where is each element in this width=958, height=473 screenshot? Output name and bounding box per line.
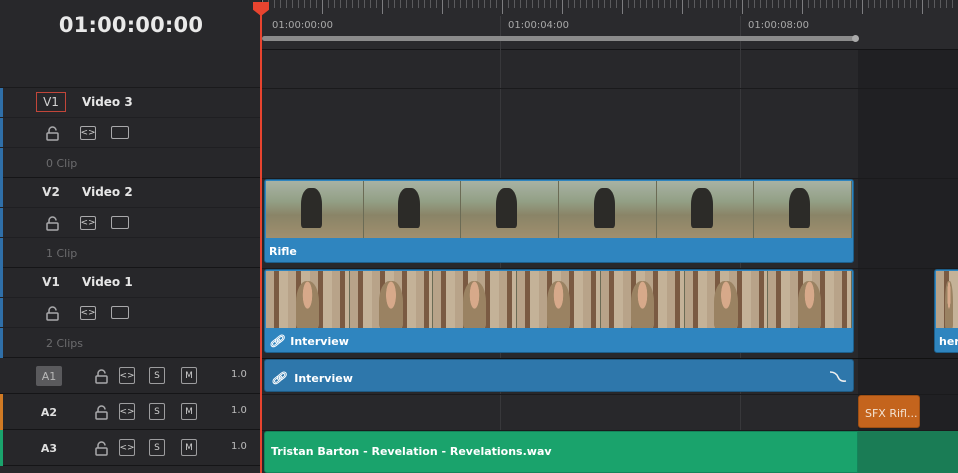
clip-label: Interview [290, 334, 349, 348]
ruler-ticks [262, 0, 953, 14]
lock-icon[interactable] [45, 125, 59, 141]
track-header-video-2[interactable]: V2 Video 2 <> 1 Clip [0, 178, 262, 268]
auto-select-icon[interactable]: <> [80, 306, 96, 320]
clip-thumbnails [266, 181, 853, 238]
track-divider [262, 88, 958, 89]
track-id-label[interactable]: V2 [36, 182, 66, 202]
clip-label: Rifle [269, 245, 297, 258]
clip-thumbnail [754, 181, 853, 238]
video-clip-interview[interactable]: 🔗︎ Interview [264, 269, 854, 353]
mute-button[interactable]: M [181, 403, 197, 420]
audio-clip-music-continuation[interactable] [858, 431, 958, 473]
track-header-video-3[interactable]: V1 Video 3 <> 0 Clip [0, 88, 262, 178]
clip-thumbnails [936, 271, 958, 328]
auto-select-icon[interactable]: <> [80, 126, 96, 140]
clip-label: Interview [294, 371, 353, 385]
video-clip-rifle[interactable]: Rifle [264, 179, 854, 263]
audio-clip-music[interactable]: Tristan Barton - Revelation - Revelation… [264, 431, 858, 473]
clip-thumbnail [936, 271, 958, 328]
solo-button[interactable]: S [149, 403, 165, 420]
lock-icon[interactable] [45, 305, 59, 321]
auto-select-button[interactable]: <> [119, 403, 135, 420]
clip-thumbnail [768, 271, 853, 328]
timecode-display[interactable]: 01:00:00:00 [0, 0, 262, 50]
clip-thumbnail [266, 271, 350, 328]
clip-thumbnail [363, 181, 462, 238]
clip-thumbnail [461, 181, 560, 238]
clip-thumbnail [517, 271, 601, 328]
audio-clip-sfx[interactable]: SFX Rifl... [858, 395, 920, 428]
track-name[interactable]: Video 2 [82, 185, 133, 199]
ruler-divider [500, 16, 501, 50]
track-volume[interactable]: 1.0 [231, 405, 247, 416]
track-header-spacer [0, 50, 262, 88]
clip-count: 0 Clip [46, 157, 78, 170]
track-header-audio-2[interactable]: A2 <> S M 1.0 [0, 394, 262, 430]
track-id-label[interactable]: A1 [36, 366, 62, 386]
ruler-timecode-0: 01:00:00:00 [272, 20, 334, 31]
fade-curve-icon[interactable] [829, 369, 847, 387]
playhead-line[interactable] [260, 10, 262, 473]
clip-thumbnail [349, 271, 434, 328]
clip-label: Tristan Barton - Revelation - Revelation… [271, 445, 552, 458]
lock-icon[interactable] [45, 215, 59, 231]
track-id-label[interactable]: A3 [36, 438, 62, 458]
lock-icon[interactable] [94, 404, 108, 420]
track-id-label[interactable]: V1 [36, 272, 66, 292]
track-header-audio-3[interactable]: A3 <> S M 1.0 [0, 430, 262, 466]
clip-label: SFX Rifl... [865, 407, 918, 420]
clip-label-row: 🔗︎ Interview [271, 371, 353, 385]
auto-select-button[interactable]: <> [119, 439, 135, 456]
timeline-scrollbar[interactable] [262, 35, 859, 42]
clip-label-row: 🔗︎ Interview [269, 334, 349, 348]
track-id-label[interactable]: V1 [36, 92, 66, 112]
track-color-strip [0, 394, 3, 430]
clip-thumbnails [266, 271, 853, 328]
film-icon[interactable] [111, 306, 129, 319]
clip-count: 1 Clip [46, 247, 78, 260]
lock-icon[interactable] [94, 368, 108, 384]
clip-thumbnail [433, 271, 518, 328]
timecode-panel: 01:00:00:00 [0, 0, 262, 50]
clip-thumbnail [266, 181, 364, 238]
video-clip-partial[interactable]: here [934, 269, 958, 353]
scrollbar-handle[interactable] [852, 35, 859, 42]
mute-button[interactable]: M [181, 439, 197, 456]
track-header-video-1[interactable]: V1 Video 1 <> 2 Clips [0, 268, 262, 358]
clip-thumbnail [684, 271, 769, 328]
audio-clip-interview[interactable]: 🔗︎ Interview [264, 359, 854, 392]
timeline-area[interactable]: Rifle 🔗︎ Interview here 🔗︎ Interview [262, 50, 958, 473]
auto-select-icon[interactable]: <> [80, 216, 96, 230]
track-volume[interactable]: 1.0 [231, 369, 247, 380]
track-divider [262, 394, 958, 395]
track-id-label[interactable]: A2 [36, 402, 62, 422]
ruler-timecode-1: 01:00:04:00 [508, 20, 570, 31]
clip-count: 2 Clips [46, 337, 84, 350]
track-name[interactable]: Video 3 [82, 95, 133, 109]
solo-button[interactable]: S [149, 367, 165, 384]
mute-button[interactable]: M [181, 367, 197, 384]
solo-button[interactable]: S [149, 439, 165, 456]
clip-thumbnail [600, 271, 685, 328]
clip-thumbnail [656, 181, 755, 238]
track-color-strip [0, 430, 3, 466]
link-icon: 🔗︎ [269, 334, 285, 348]
lock-icon[interactable] [94, 440, 108, 456]
track-header-panel: V1 Video 3 <> 0 Clip V2 Video 2 <> 1 Cli… [0, 50, 262, 473]
link-icon: 🔗︎ [271, 371, 287, 385]
track-volume[interactable]: 1.0 [231, 441, 247, 452]
film-icon[interactable] [111, 126, 129, 139]
timeline-ruler[interactable]: 01:00:00:00 01:00:04:00 01:00:08:00 [262, 0, 958, 50]
ruler-timecode-2: 01:00:08:00 [748, 20, 810, 31]
track-header-audio-1[interactable]: A1 <> S M 1.0 [0, 358, 262, 394]
track-name[interactable]: Video 1 [82, 275, 133, 289]
clip-label: here [939, 335, 958, 348]
ruler-divider [740, 16, 741, 50]
clip-thumbnail [559, 181, 657, 238]
auto-select-button[interactable]: <> [119, 367, 135, 384]
film-icon[interactable] [111, 216, 129, 229]
